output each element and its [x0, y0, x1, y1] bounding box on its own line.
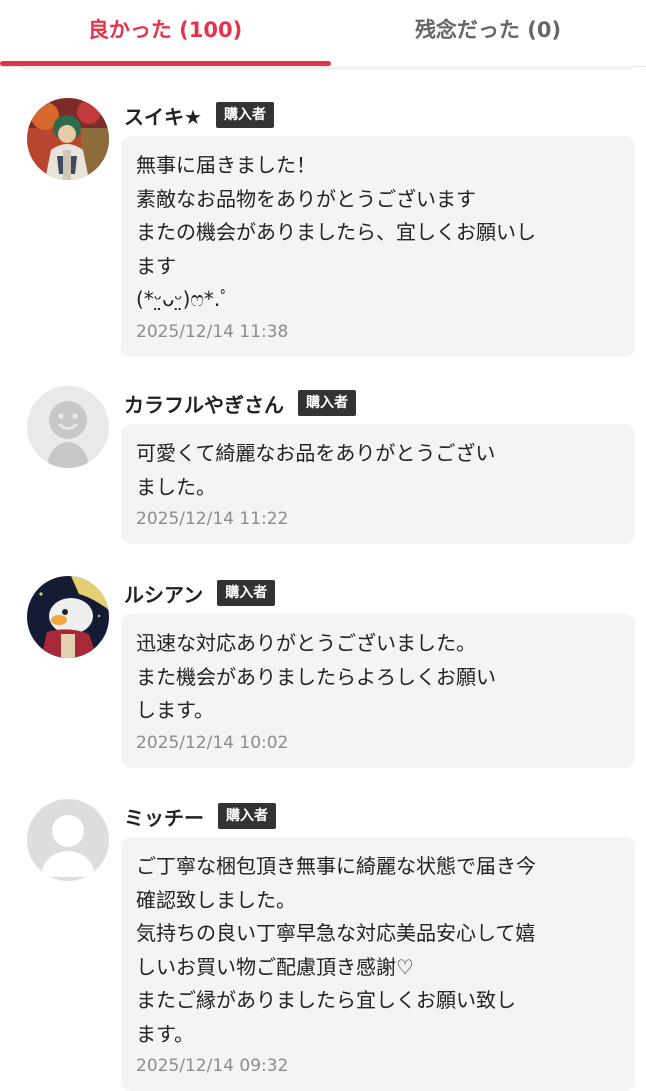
buyer-badge: 購入者	[215, 102, 274, 128]
review-header: スイキ★ 購入者	[124, 100, 274, 130]
comment-date: 2025/12/14 10:02	[136, 732, 289, 753]
review-header: ミッチー 購入者	[124, 801, 276, 831]
buyer-badge: 購入者	[217, 580, 276, 606]
user-avatar-smiley-icon[interactable]	[27, 386, 109, 468]
tab-good[interactable]: 良かった (100)	[0, 0, 330, 62]
user-name[interactable]: スイキ★	[124, 101, 202, 130]
comment-date: 2025/12/14 11:38	[136, 321, 289, 342]
comment-bubble: 迅速な対応ありがとうございました。 また機会がありましたらよろしくお願い します…	[121, 614, 635, 768]
comment-bubble: 可愛くて綺麗なお品をありがとうござい ました。 2025/12/14 11:22	[121, 424, 635, 544]
comment-bubble: ご丁寧な梱包頂き無事に綺麗な状態で届き今 確認致しました。 気持ちの良い丁寧早急…	[121, 837, 635, 1091]
comment-date: 2025/12/14 11:22	[136, 509, 289, 529]
previous-bubble-edge	[20, 66, 634, 70]
comment-text: ご丁寧な梱包頂き無事に綺麗な状態で届き今 確認致しました。 気持ちの良い丁寧早急…	[136, 854, 536, 1046]
user-name[interactable]: ルシアン	[124, 579, 203, 608]
tab-bad[interactable]: 残念だった (0)	[330, 0, 646, 62]
user-name[interactable]: カラフルやぎさん	[124, 389, 284, 418]
user-avatar-default-icon[interactable]	[27, 799, 109, 881]
comment-bubble: 無事に届きました！ 素敵なお品物をありがとうございます またの機会がありましたら…	[121, 136, 635, 357]
buyer-badge: 購入者	[298, 390, 356, 416]
comment-date: 2025/12/14 09:32	[136, 1056, 289, 1076]
user-name[interactable]: ミッチー	[124, 802, 204, 831]
comment-text: 迅速な対応ありがとうございました。 また機会がありましたらよろしくお願い します…	[136, 631, 496, 722]
rating-tabs: 良かった (100) 残念だった (0)	[0, 0, 646, 67]
buyer-badge: 購入者	[218, 803, 276, 829]
review-header: ルシアン 購入者	[124, 578, 276, 608]
review-header: カラフルやぎさん 購入者	[124, 388, 356, 418]
user-avatar-illustrated-icon[interactable]	[27, 98, 109, 180]
comment-text: 無事に届きました！ 素敵なお品物をありがとうございます またの機会がありましたら…	[136, 153, 536, 311]
comment-text: 可愛くて綺麗なお品をありがとうござい ました。	[136, 441, 496, 499]
user-avatar-anime-icon[interactable]	[27, 576, 109, 658]
